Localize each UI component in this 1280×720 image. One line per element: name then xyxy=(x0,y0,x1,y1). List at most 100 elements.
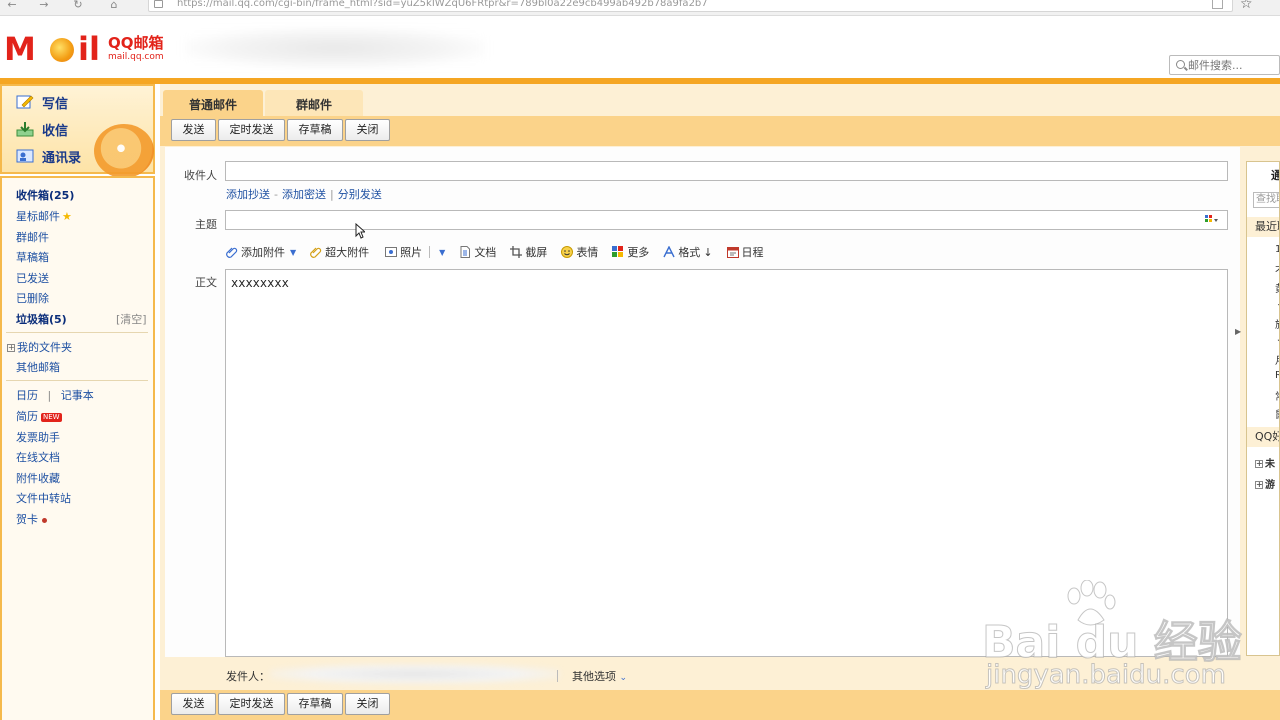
format-button[interactable]: 格式 ↓ xyxy=(663,244,713,260)
add-cc-link[interactable]: 添加抄送 xyxy=(226,188,270,201)
paperclip-icon xyxy=(226,247,238,258)
resume-link[interactable]: 简历 NEW xyxy=(16,408,62,424)
subject-field[interactable] xyxy=(225,210,1228,230)
document-button[interactable]: 文档 xyxy=(459,244,496,260)
invoice-assistant-link[interactable]: 发票助手 xyxy=(16,429,60,445)
contacts-sidebar-title: 通 xyxy=(1247,162,1279,186)
contacts-button[interactable]: 通讯录 xyxy=(16,147,81,166)
compose-button[interactable]: 写信 xyxy=(16,93,68,112)
chevron-down-icon[interactable]: ▼ xyxy=(290,248,296,257)
emoji-icon xyxy=(561,246,574,258)
format-label: 格式 xyxy=(678,246,701,259)
calendar-row: 日历 | 记事本 xyxy=(16,387,94,403)
qq-friends-header[interactable]: QQ好 xyxy=(1247,427,1279,447)
folder-starred[interactable]: 星标邮件 ★ xyxy=(16,208,72,224)
mouse-cursor-icon xyxy=(355,223,365,239)
close-button-bottom[interactable]: 关闭 xyxy=(345,693,390,715)
body-label: 正文 xyxy=(195,276,217,289)
browser-toolbar: ← → ↻ ⌂ https://mail.qq.com/cgi-bin/fram… xyxy=(0,0,1280,16)
my-folders[interactable]: + 我的文件夹 xyxy=(7,339,72,355)
contact-group-label: 未 xyxy=(1265,459,1275,470)
online-docs-link[interactable]: 在线文档 xyxy=(16,449,60,465)
add-bcc-link[interactable]: 添加密送 xyxy=(282,188,326,201)
save-draft-button-bottom[interactable]: 存草稿 xyxy=(287,693,343,715)
logo-url-text: mail.qq.com xyxy=(108,52,164,62)
contact-item[interactable]: R xyxy=(1275,370,1279,381)
to-field[interactable] xyxy=(225,161,1228,181)
recent-contacts-header[interactable]: 最近联 xyxy=(1247,217,1279,237)
bookmark-star-icon[interactable]: ☆ xyxy=(1240,0,1253,12)
double-chevron-down-icon: ⌄ xyxy=(619,673,628,683)
address-bar[interactable]: https://mail.qq.com/cgi-bin/frame_html?s… xyxy=(148,0,1233,12)
scheduled-send-button-bottom[interactable]: 定时发送 xyxy=(218,693,285,715)
tab-group-mail[interactable]: 群邮件 xyxy=(265,90,363,116)
home-icon[interactable]: ⌂ xyxy=(106,0,122,12)
calendar-link[interactable]: 日历 xyxy=(16,389,38,402)
folder-sent[interactable]: 已发送 xyxy=(16,270,49,286)
tab-normal-mail[interactable]: 普通邮件 xyxy=(163,90,263,116)
separator xyxy=(557,670,558,682)
contact-group-label: 游 xyxy=(1265,480,1275,491)
back-icon[interactable]: ← xyxy=(4,0,20,12)
mail-search-box[interactable] xyxy=(1169,55,1280,75)
collapse-arrow-icon[interactable]: ▶ xyxy=(1235,327,1241,336)
receive-mail-button[interactable]: 收信 xyxy=(16,120,68,139)
blurred-sender-address[interactable] xyxy=(270,664,560,684)
folder-spam[interactable]: 垃圾箱(5) xyxy=(16,311,67,327)
reload-icon[interactable]: ↻ xyxy=(70,0,86,12)
more-button[interactable]: 更多 xyxy=(612,244,649,260)
contact-item[interactable]: 黄 xyxy=(1275,280,1279,295)
expand-plus-icon[interactable]: + xyxy=(7,344,15,352)
sender-label: 发件人： xyxy=(226,670,270,683)
folder-deleted[interactable]: 已删除 xyxy=(16,290,49,306)
contact-item[interactable]: 1 xyxy=(1275,244,1279,255)
chevron-down-icon[interactable]: ▼ xyxy=(439,248,445,257)
contact-item[interactable]: 不 xyxy=(1275,262,1279,277)
contact-item[interactable]: 月 xyxy=(1275,352,1279,367)
calendar-separator: | xyxy=(47,389,52,402)
photo-button[interactable]: 照片 ▼ xyxy=(385,244,445,260)
close-button[interactable]: 关闭 xyxy=(345,119,390,141)
scheduled-send-button[interactable]: 定时发送 xyxy=(218,119,285,141)
folder-drafts[interactable]: 草稿箱 xyxy=(16,249,49,265)
contact-item[interactable]: 常 xyxy=(1275,388,1279,403)
clear-spam-link[interactable]: [清空] xyxy=(116,311,147,327)
forward-icon[interactable]: → xyxy=(36,0,52,12)
send-button-bottom[interactable]: 发送 xyxy=(171,693,216,715)
contact-group[interactable]: + 未 xyxy=(1255,455,1275,470)
nav-divider xyxy=(6,332,148,333)
contact-group[interactable]: + 游 xyxy=(1255,476,1275,491)
large-attachment-button[interactable]: 超大附件 xyxy=(310,244,369,260)
expand-plus-icon[interactable]: + xyxy=(1255,460,1263,468)
grid-menu-icon[interactable] xyxy=(1205,215,1219,225)
notebook-link[interactable]: 记事本 xyxy=(61,389,94,402)
emoji-button[interactable]: 表情 xyxy=(561,244,598,260)
folder-group[interactable]: 群邮件 xyxy=(16,229,49,245)
contact-item[interactable]: 旋 xyxy=(1275,316,1279,331)
contact-item[interactable]: 丶 xyxy=(1275,334,1279,349)
contact-item[interactable]: 鼠 xyxy=(1275,406,1279,421)
mail-search-input[interactable] xyxy=(1188,58,1278,72)
save-draft-button[interactable]: 存草稿 xyxy=(287,119,343,141)
folder-inbox[interactable]: 收件箱(25) xyxy=(16,187,74,203)
emoji-label: 表情 xyxy=(576,246,599,259)
send-button[interactable]: 发送 xyxy=(171,119,216,141)
screenshot-button[interactable]: 截屏 xyxy=(510,244,547,260)
expand-plus-icon[interactable]: + xyxy=(1255,481,1263,489)
reader-view-icon[interactable] xyxy=(1212,0,1223,9)
greeting-card-link[interactable]: 贺卡 xyxy=(16,511,47,527)
other-options-toggle[interactable]: 其他选项 ⌄ xyxy=(572,668,627,684)
contact-search-input[interactable]: 查找联 xyxy=(1253,192,1279,208)
contact-item[interactable]: ヽ xyxy=(1275,298,1279,313)
add-attachment-button[interactable]: 添加附件 ▼ xyxy=(226,244,296,260)
other-mailboxes[interactable]: 其他邮箱 xyxy=(16,359,60,375)
separate-send-link[interactable]: 分别发送 xyxy=(338,188,382,201)
schedule-button[interactable]: 日程 xyxy=(726,244,764,260)
logo-letter-m: M xyxy=(4,30,36,68)
file-transfer-link[interactable]: 文件中转站 xyxy=(16,490,71,506)
link-separator: - xyxy=(274,188,278,201)
contacts-sidebar: 通 查找联 最近联 1 不 黄 ヽ 旋 丶 月 R 常 鼠 QQ好 +未 +游 xyxy=(1246,161,1280,656)
attachment-collection-link[interactable]: 附件收藏 xyxy=(16,470,60,486)
body-editor[interactable]: xxxxxxxx xyxy=(225,269,1228,657)
document-icon xyxy=(460,246,471,258)
